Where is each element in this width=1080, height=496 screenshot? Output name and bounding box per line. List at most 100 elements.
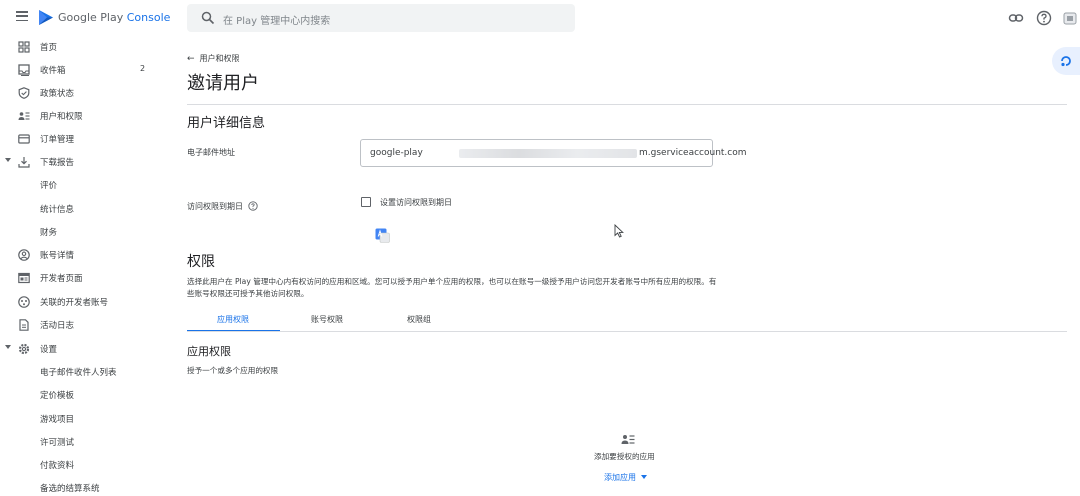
sidebar-item-pricing-templates[interactable]: 定价模板 [0,384,165,407]
shield-icon [18,87,30,99]
sidebar-item-label: 政策状态 [40,89,75,99]
sidebar-item-label: 活动日志 [40,321,75,331]
sidebar-item-label: 开发者页面 [40,274,83,284]
sidebar-item-license-testing[interactable]: 许可测试 [0,431,165,454]
users-icon [18,112,30,120]
caret-down-icon [641,475,647,479]
redacted-email-region [459,149,637,158]
app-permissions-description: 授予一个或多个应用的权限 [187,366,279,375]
sidebar-item-label: 付款资料 [40,461,75,471]
sidebar-item-label: 统计信息 [40,205,75,215]
brand-name[interactable]: Google Play Console [58,11,170,24]
sidebar-item-label: 定价模板 [40,391,75,401]
page-title: 邀请用户 [187,73,259,94]
card-icon [18,134,30,144]
sidebar-item-orders[interactable]: 订单管理 [0,128,165,151]
sidebar-item-linked-accounts[interactable]: 关联的开发者账号 [0,291,165,314]
sidebar-item-label: 备选的结算系统 [40,484,100,494]
divider [187,104,1067,105]
translate-icon[interactable] [375,228,390,243]
permissions-heading: 权限 [187,254,215,270]
sidebar-item-developer-page[interactable]: 开发者页面 [0,267,165,290]
inbox-icon [18,64,30,76]
top-bar: Google Play Console 在 Play 管理中心内搜索 [0,0,1080,36]
sidebar-item-label: 首页 [40,43,58,53]
sidebar-item-label: 账号详情 [40,251,75,261]
gear-icon [18,343,30,355]
sidebar-item-label: 订单管理 [40,135,75,145]
sidebar-item-label: 用户和权限 [40,112,83,122]
email-field[interactable]: google-play m.gserviceaccount.com [360,139,747,167]
help-icon[interactable] [247,201,258,211]
chevron-down-icon[interactable] [5,158,11,162]
sidebar-item-activity-log[interactable]: 活动日志 [0,314,165,337]
sidebar-item-account-details[interactable]: 账号详情 [0,244,165,267]
brand-prefix: Google Play [58,11,124,24]
sidebar-item-label: 关联的开发者账号 [40,298,109,308]
sidebar-item-users[interactable]: 用户和权限 [0,105,165,128]
sidebar-item-statistics[interactable]: 统计信息 [0,198,165,221]
brand-accent: Console [126,11,171,24]
add-app-label: 添加应用 [604,473,636,482]
tab-account-permissions[interactable]: 账号权限 [311,314,343,325]
sidebar-item-settings[interactable]: 设置 [0,338,165,361]
expiry-label-text: 访问权限到期日 [187,202,243,211]
tab-app-permissions[interactable]: 应用权限 [217,314,249,325]
sidebar-item-label: 电子邮件收件人列表 [40,368,117,378]
sidebar-item-label: 设置 [40,345,58,355]
main-content: ← 用户和权限 邀请用户 用户详细信息 电子邮件地址 google-play m.… [187,36,1080,496]
tab-permission-groups[interactable]: 权限组 [407,314,431,325]
sidebar-item-policy[interactable]: 政策状态 [0,82,165,105]
sidebar-item-home[interactable]: 首页 [0,36,165,59]
home-icon [18,41,30,53]
side-assistant-button[interactable] [1052,47,1080,75]
sidebar-item-payments-profile[interactable]: 付款资料 [0,454,165,477]
developer-account-icon[interactable] [1062,10,1078,26]
add-app-button[interactable]: 添加应用 [604,472,647,483]
email-label: 电子邮件地址 [187,148,235,157]
sidebar-item-alternative-billing[interactable]: 备选的结算系统 [0,477,165,496]
tabs-divider [187,331,1067,332]
user-details-heading: 用户详细信息 [187,116,266,131]
sidebar-item-label: 游戏项目 [40,415,75,425]
sidebar-item-download-reports[interactable]: 下载报告 [0,151,165,174]
sidebar-item-label: 下载报告 [40,158,75,168]
permissions-description: 选择此用户在 Play 管理中心内有权访问的应用和区域。您可以授予用户单个应用的… [187,277,717,298]
assistant-icon [1061,56,1071,67]
sidebar-item-label: 收件箱 [40,66,66,76]
play-console-logo-icon[interactable] [38,9,54,26]
expiry-label: 访问权限到期日 [187,201,258,212]
email-value-end: m.gserviceaccount.com [639,148,747,158]
sidebar-item-email-lists[interactable]: 电子邮件收件人列表 [0,361,165,384]
log-icon [19,319,29,331]
inbox-count-badge: 2 [140,64,146,73]
link-icon[interactable] [1008,10,1024,26]
account-icon [18,249,30,261]
linked-accounts-icon [18,296,30,308]
sidebar-item-game-projects[interactable]: 游戏项目 [0,408,165,431]
expiry-checkbox-label[interactable]: 设置访问权限到期日 [380,197,452,208]
expiry-checkbox[interactable] [361,197,371,207]
download-icon [18,157,30,168]
sidebar-item-inbox[interactable]: 收件箱 2 [0,59,165,82]
sidebar: 首页 收件箱 2 政策状态 用户和权限 订单管理 下载报告 评价 统计信息 财务… [0,36,165,496]
arrow-back-icon: ← [187,54,195,64]
sidebar-item-finance[interactable]: 财务 [0,221,165,244]
search-bar[interactable]: 在 Play 管理中心内搜索 [187,4,575,32]
email-value-start: google-play [370,148,423,158]
search-icon [201,11,215,25]
chevron-down-icon[interactable] [5,345,11,349]
sidebar-item-label: 评价 [40,181,58,191]
sidebar-item-label: 财务 [40,228,58,238]
back-link-label: 用户和权限 [199,54,240,63]
sidebar-item-label: 许可测试 [40,438,75,448]
mouse-cursor-icon [614,224,624,238]
developer-page-icon [18,272,30,284]
back-link[interactable]: ← 用户和权限 [187,53,240,64]
search-input[interactable]: 在 Play 管理中心内搜索 [223,12,330,27]
help-icon[interactable] [1036,10,1052,26]
sidebar-item-reviews[interactable]: 评价 [0,174,165,197]
add-user-list-icon [621,435,635,444]
app-permissions-heading: 应用权限 [187,345,231,358]
menu-icon[interactable] [16,11,28,22]
